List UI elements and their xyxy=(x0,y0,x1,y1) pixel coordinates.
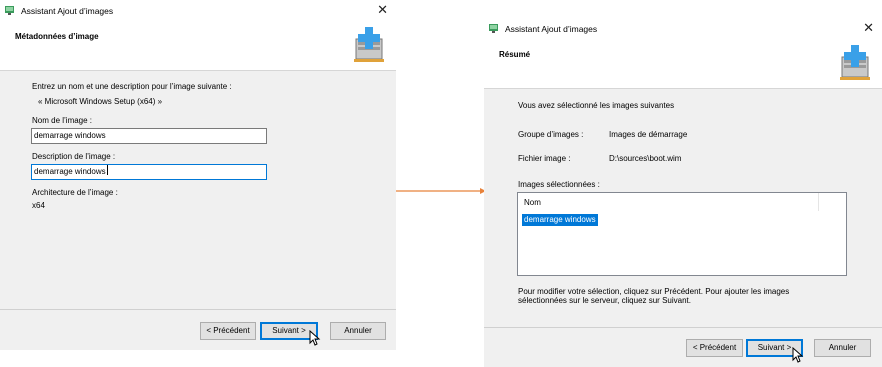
column-separator[interactable] xyxy=(818,193,819,211)
wizard-footer: < Précédent Suivant > Annuler xyxy=(484,327,882,367)
previous-button[interactable]: < Précédent xyxy=(686,339,743,357)
image-file-value: D:\sources\boot.wim xyxy=(609,154,682,163)
transition-arrow xyxy=(396,188,486,194)
image-description-value: demarrage windows xyxy=(34,167,106,176)
window-title: Assistant Ajout d’images xyxy=(505,24,598,34)
image-source-name: « Microsoft Windows Setup (x64) » xyxy=(38,97,163,106)
add-image-wizard-summary-window: Assistant Ajout d’images ✕ Résumé Vous a… xyxy=(484,18,882,367)
wizard-footer: < Précédent Suivant > Annuler xyxy=(0,309,396,350)
wizard-header: Métadonnées d’image xyxy=(0,22,396,70)
wizard-body: Entrez un nom et une description pour l’… xyxy=(0,70,396,311)
add-image-wizard-icon xyxy=(354,27,384,62)
list-item[interactable]: demarrage windows xyxy=(522,214,598,226)
summary-help-text-line2: sélectionnées sur le serveur, cliquez su… xyxy=(518,296,691,305)
image-architecture-label: Architecture de l’image : xyxy=(32,188,118,197)
previous-button[interactable]: < Précédent xyxy=(200,322,256,340)
summary-intro-text: Vous avez sélectionné les images suivant… xyxy=(518,101,675,110)
wizard-body: Vous avez sélectionné les images suivant… xyxy=(484,88,882,329)
page-title: Métadonnées d’image xyxy=(15,32,99,41)
title-bar: Assistant Ajout d’images ✕ xyxy=(0,0,396,22)
image-group-label: Groupe d’images : xyxy=(518,130,584,139)
close-icon[interactable]: ✕ xyxy=(377,2,388,18)
page-title: Résumé xyxy=(499,50,531,59)
image-file-label: Fichier image : xyxy=(518,154,571,163)
window-title: Assistant Ajout d’images xyxy=(21,6,114,16)
image-description-field[interactable]: demarrage windows xyxy=(31,164,267,180)
text-caret xyxy=(106,165,108,175)
wds-app-icon xyxy=(489,24,498,33)
image-name-field[interactable]: demarrage windows xyxy=(31,128,267,144)
cancel-button[interactable]: Annuler xyxy=(814,339,871,357)
wds-app-icon xyxy=(5,6,14,15)
wizard-header: Résumé xyxy=(484,40,882,88)
image-description-label: Description de l’image : xyxy=(32,152,116,161)
selected-images-label: Images sélectionnées : xyxy=(518,180,600,189)
cancel-button[interactable]: Annuler xyxy=(330,322,386,340)
image-name-label: Nom de l’image : xyxy=(32,116,93,125)
title-bar: Assistant Ajout d’images ✕ xyxy=(484,18,882,40)
column-header-name: Nom xyxy=(524,198,541,207)
close-icon[interactable]: ✕ xyxy=(863,20,874,36)
add-image-wizard-icon xyxy=(840,45,870,80)
image-name-value: demarrage windows xyxy=(34,131,106,140)
intro-text: Entrez un nom et une description pour l’… xyxy=(32,82,232,91)
image-group-value: Images de démarrage xyxy=(609,130,688,139)
selected-images-list[interactable]: Nom demarrage windows xyxy=(517,192,847,276)
list-column-header[interactable]: Nom xyxy=(518,193,846,211)
mouse-pointer-icon xyxy=(309,330,321,346)
image-architecture-value: x64 xyxy=(32,201,45,210)
add-image-wizard-metadata-window: Assistant Ajout d’images ✕ Métadonnées d… xyxy=(0,0,396,350)
mouse-pointer-icon xyxy=(792,347,804,363)
summary-help-text-line1: Pour modifier votre sélection, cliquez s… xyxy=(518,287,790,296)
